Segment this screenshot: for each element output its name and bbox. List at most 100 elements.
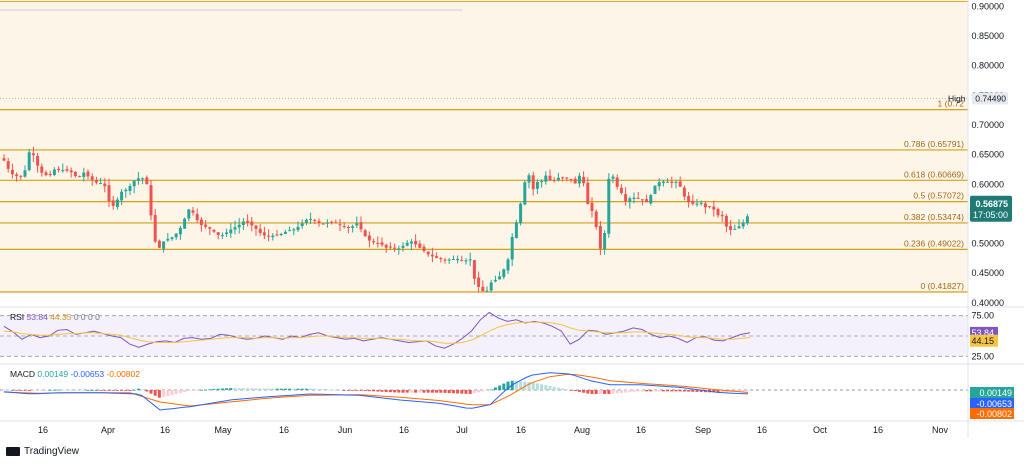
price-tick-label: 0.85000 [971,31,1004,41]
macd-hist-bar [653,390,657,392]
candle-body [498,276,502,280]
macd-hist-bar [624,390,628,393]
macd-hist-bar [346,390,350,391]
candle-body [426,251,430,255]
candle-body [153,215,157,242]
candle-body [594,211,598,227]
countdown-label: 17:05:00 [973,210,1008,220]
candle-body [716,208,720,216]
macd-hist-bar [401,390,405,393]
macd-hist-bar [178,390,182,394]
candle-body [334,222,338,224]
candle-body [321,223,325,225]
macd-hist-bar [27,390,31,391]
candle-body [136,178,140,181]
candle-body [582,176,586,184]
macd-hist-bar [313,388,317,390]
price-tick-label: 0.80000 [971,61,1004,71]
macd-hist-bar [103,390,107,391]
macd-hist-bar [636,390,640,392]
candle-body [288,230,292,232]
candle-body [111,200,115,206]
price-tick-label: 0.45000 [971,268,1004,278]
candle-body [61,170,65,172]
candle-body [225,232,229,235]
candle-body [682,187,686,197]
macd-hist-bar [162,390,166,398]
macd-hist-bar [212,389,216,390]
candle-body [569,178,573,180]
candle-body [19,175,23,177]
macd-pane[interactable]: MACD 0.00149 -0.00653 -0.00802 [0,363,1024,411]
candle-body [464,260,468,262]
candle-body [657,182,661,187]
candle-body [531,175,535,190]
macd-hist-bar [586,390,590,394]
macd-hist-bar [317,389,321,390]
candle-body [267,235,271,237]
candle-body [48,173,52,176]
time-tick-label: 16 [757,425,767,435]
candle-body [27,152,31,171]
tradingview-logo[interactable]: TradingView [6,446,79,457]
chart-canvas[interactable]: 1 (0.720.786 (0.65791)0.618 (0.60669)0.5… [0,0,1024,463]
candle-body [439,258,443,260]
candle-body [355,223,359,226]
candle-body [2,158,6,161]
macd-hist-bar [359,390,363,391]
macd-hist-bar [174,390,178,395]
candle-body [422,246,426,252]
candle-body [418,243,422,248]
candle-body [275,234,279,236]
macd-hist-bar [57,389,61,391]
price-tick-label: 0.60000 [971,179,1004,189]
fib-zone-fill [0,2,968,292]
macd-badge-label: 0.00149 [979,388,1012,398]
time-axis[interactable]: 16 Apr 16 May 16 Jun 16 Jul 16 Aug 16 Sep 16 Oct 16 Nov [0,420,1024,435]
candle-body [380,242,384,245]
macd-hist-bar [330,389,334,391]
candle-body [296,226,300,230]
macd-hist-bar [267,388,271,390]
price-pane[interactable]: 1 (0.720.786 (0.65791)0.618 (0.60669)0.5… [0,0,968,293]
candle-body [514,222,518,238]
time-tick-label: Nov [932,425,949,435]
candle-body [69,170,73,173]
candle-body [120,191,124,201]
candle-body [552,180,556,182]
candle-body [472,260,476,279]
macd-hist-bar [40,390,44,391]
macd-hist-bar [380,390,384,392]
candle-body [489,282,493,291]
candle-body [23,170,27,177]
candle-body [544,175,548,182]
macd-hist-bar [409,390,413,393]
candle-body [624,194,628,202]
time-tick-label: 16 [399,425,409,435]
macd-hist-bar [15,390,19,391]
macd-hist-bar [208,389,212,391]
candle-body [90,176,94,180]
macd-hist-bar [271,388,275,390]
candle-body [573,178,577,184]
fib-level-label: 0.618 (0.60669) [904,169,964,179]
candle-body [246,220,250,223]
candle-body [388,246,392,248]
candle-body [292,229,296,231]
candle-body [204,224,208,227]
rsi-pane[interactable]: RSI 53.84 44.35 0 0 0 0 [0,306,1024,357]
candle-body [510,236,514,260]
macd-hist-bar [132,389,136,391]
candle-body [15,174,19,177]
macd-hist-bar [418,390,422,393]
chart-root: 1 (0.72 0.786 (0.65791) 0.618 (0.60669) 0.5… [0,0,1024,463]
macd-hist-bar [464,390,468,394]
fib-level-label: 0.786 (0.65791) [904,139,964,149]
candle-body [57,168,61,171]
macd-hist-bar [279,388,283,390]
time-tick-label: 16 [160,425,170,435]
candle-body [65,169,69,171]
macd-hist-bar [153,390,157,396]
price-tick-label: 0.90000 [971,1,1004,11]
candle-body [309,218,313,220]
